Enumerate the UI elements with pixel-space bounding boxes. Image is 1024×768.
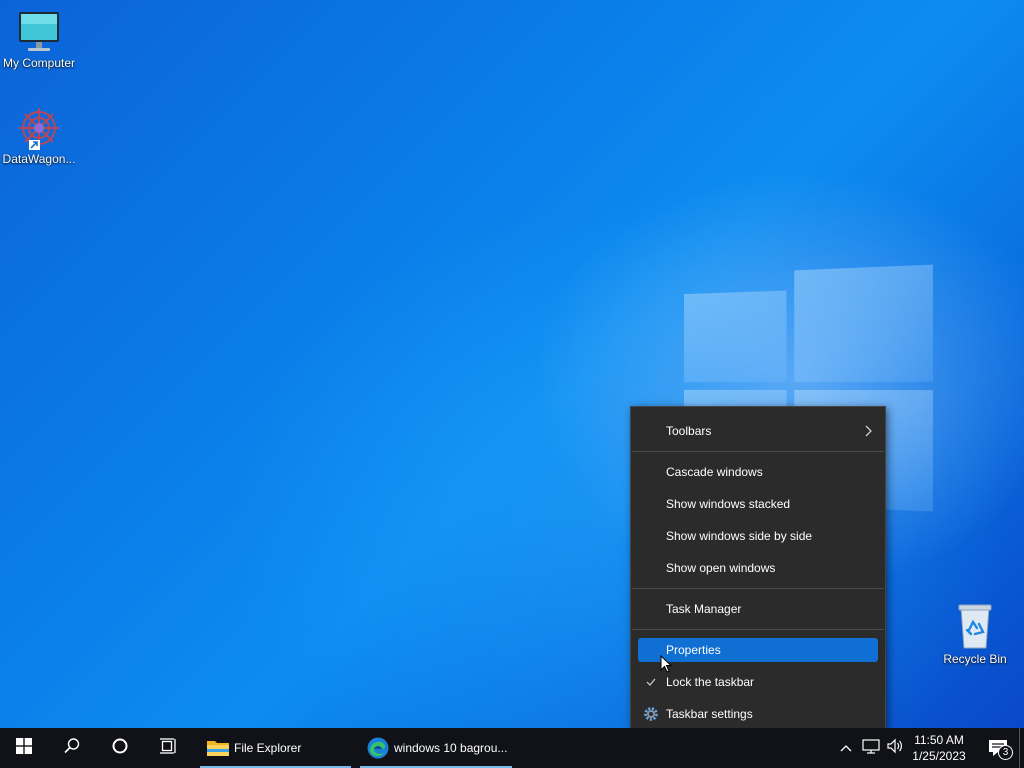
computer-icon [17, 10, 61, 54]
desktop-icon-datawagon[interactable]: DataWagon... [0, 106, 78, 166]
desktop-icon-label: DataWagon... [2, 152, 76, 166]
cortana-circle-icon [111, 737, 129, 760]
taskbar-app-label: File Explorer [234, 741, 302, 755]
checkmark-icon [640, 670, 662, 694]
desktop-icon-recycle-bin[interactable]: Recycle Bin [936, 602, 1014, 666]
task-view-button[interactable] [144, 728, 192, 768]
menu-separator [632, 629, 884, 630]
network-button[interactable] [860, 728, 882, 768]
show-hidden-icons-button[interactable] [836, 728, 856, 768]
menu-item-label: Lock the taskbar [666, 675, 755, 689]
task-view-icon [159, 737, 177, 760]
desktop-icon-my-computer[interactable]: My Computer [0, 10, 78, 70]
clock-date: 1/25/2023 [912, 749, 966, 763]
menu-separator [632, 451, 884, 452]
desktop-icon-label: My Computer [2, 56, 76, 70]
clock[interactable]: 11:50 AM 1/25/2023 [906, 728, 972, 768]
menu-item-cascade-windows[interactable]: Cascade windows [638, 460, 878, 484]
speaker-icon [886, 738, 904, 759]
menu-item-label: Task Manager [666, 602, 742, 616]
chevron-right-icon [864, 425, 872, 440]
network-icon [862, 738, 880, 759]
menu-item-label: Show open windows [666, 561, 776, 575]
menu-item-label: Show windows stacked [666, 497, 791, 511]
windows-logo-icon [16, 737, 32, 759]
menu-item-taskbar-settings[interactable]: Taskbar settings [638, 702, 878, 726]
datawagon-app-icon [15, 106, 63, 150]
folder-icon [206, 738, 230, 758]
menu-item-label: Cascade windows [666, 465, 763, 479]
taskbar-app-file-explorer[interactable]: File Explorer [200, 728, 351, 768]
clock-time: 11:50 AM [914, 733, 964, 747]
menu-item-properties[interactable]: Properties [638, 638, 878, 662]
search-icon [63, 737, 81, 760]
menu-item-label: Properties [666, 643, 721, 657]
search-button[interactable] [48, 728, 96, 768]
taskbar-app-label: windows 10 bagrou... [394, 741, 508, 755]
volume-button[interactable] [884, 728, 906, 768]
menu-item-show-windows-side-by-side[interactable]: Show windows side by side [638, 524, 878, 548]
cortana-button[interactable] [96, 728, 144, 768]
taskbar-app-edge[interactable]: windows 10 bagrou... [360, 728, 512, 768]
menu-item-toolbars[interactable]: Toolbars [638, 419, 878, 443]
menu-item-lock-the-taskbar[interactable]: Lock the taskbar [638, 670, 878, 694]
menu-separator [632, 588, 884, 589]
show-desktop-button[interactable] [1019, 728, 1024, 768]
edge-icon [366, 736, 390, 760]
notification-count-badge: 3 [998, 745, 1013, 760]
menu-item-show-open-windows[interactable]: Show open windows [638, 556, 878, 580]
menu-item-label: Toolbars [666, 424, 712, 438]
taskbar-context-menu: Toolbars Cascade windows Show windows st… [630, 406, 886, 738]
desktop-icon-label: Recycle Bin [943, 652, 1007, 666]
menu-item-show-windows-stacked[interactable]: Show windows stacked [638, 492, 878, 516]
menu-item-label: Taskbar settings [666, 707, 753, 721]
chevron-up-icon [840, 739, 852, 757]
notification-icon: 3 [988, 739, 1013, 760]
action-center-button[interactable]: 3 [978, 728, 1018, 768]
menu-item-task-manager[interactable]: Task Manager [638, 597, 878, 621]
menu-item-label: Show windows side by side [666, 529, 813, 543]
gear-icon [640, 702, 662, 726]
start-button[interactable] [0, 728, 48, 768]
recycle-bin-icon [955, 602, 995, 650]
taskbar[interactable]: File Explorer windows 10 bagrou... 11:50… [0, 728, 1024, 768]
mouse-cursor-icon [660, 654, 673, 674]
